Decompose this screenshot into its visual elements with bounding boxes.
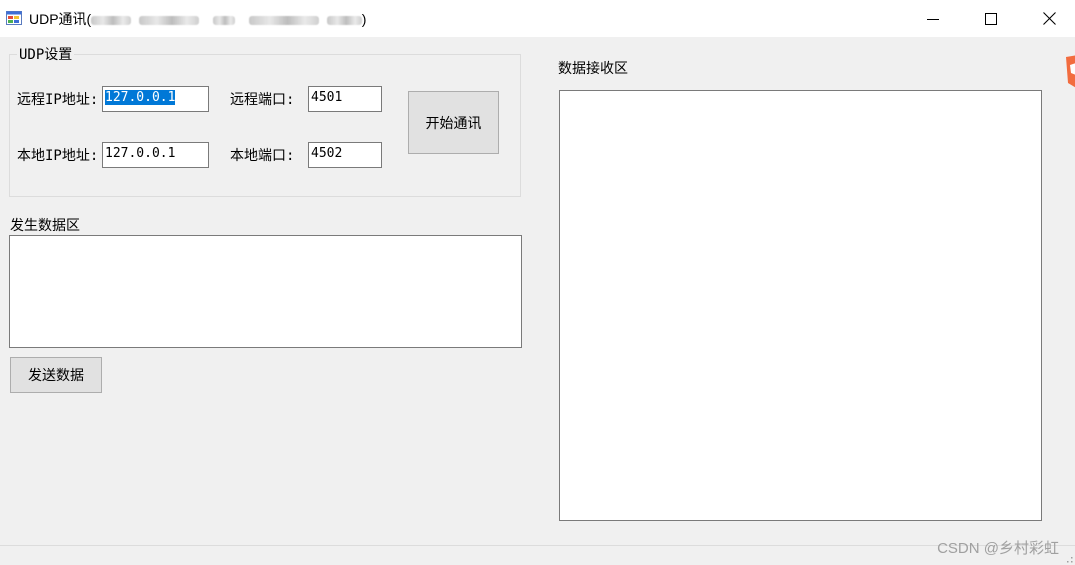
window-title-text: UDP通讯( xyxy=(29,11,92,27)
local-port-input[interactable]: 4502 xyxy=(308,142,382,168)
remote-ip-label: 远程IP地址: xyxy=(17,92,99,108)
local-ip-label: 本地IP地址: xyxy=(17,148,99,164)
window-title: UDP通讯( ) xyxy=(29,9,366,29)
remote-port-label: 远程端口: xyxy=(230,92,295,108)
receive-data-textarea[interactable] xyxy=(559,90,1042,521)
close-icon xyxy=(1042,12,1056,25)
send-data-textarea[interactable] xyxy=(9,235,522,348)
maximize-icon xyxy=(985,12,997,25)
window-title-suffix: ) xyxy=(361,11,367,27)
send-area-label: 发生数据区 xyxy=(10,218,80,234)
local-ip-input[interactable]: 127.0.0.1 xyxy=(102,142,209,168)
send-data-button[interactable]: 发送数据 xyxy=(10,357,102,393)
redacted-title-part xyxy=(139,15,200,25)
local-port-label: 本地端口: xyxy=(230,148,295,164)
udp-settings-title: UDP设置 xyxy=(17,44,75,64)
remote-ip-value: 127.0.0.1 xyxy=(105,90,176,105)
resize-grip-icon[interactable] xyxy=(1067,557,1073,563)
watermark: CSDN @乡村彩虹 xyxy=(937,540,1059,557)
redacted-title-part xyxy=(326,15,362,25)
close-button[interactable] xyxy=(1020,0,1075,37)
maximize-button[interactable] xyxy=(962,0,1020,37)
start-communication-button[interactable]: 开始通讯 xyxy=(408,91,499,154)
remote-ip-input[interactable]: 127.0.0.1 xyxy=(102,86,209,112)
redacted-title-part xyxy=(213,15,236,25)
redacted-title-part xyxy=(91,15,132,25)
side-logo-icon xyxy=(1066,55,1075,88)
status-divider xyxy=(0,545,1075,546)
app-icon xyxy=(6,11,22,25)
minimize-button[interactable] xyxy=(904,0,962,37)
title-bar: UDP通讯( ) xyxy=(0,0,1075,37)
remote-port-input[interactable]: 4501 xyxy=(308,86,382,112)
redacted-title-part xyxy=(248,15,319,25)
receive-area-label: 数据接收区 xyxy=(558,61,628,77)
minimize-icon xyxy=(927,18,939,20)
